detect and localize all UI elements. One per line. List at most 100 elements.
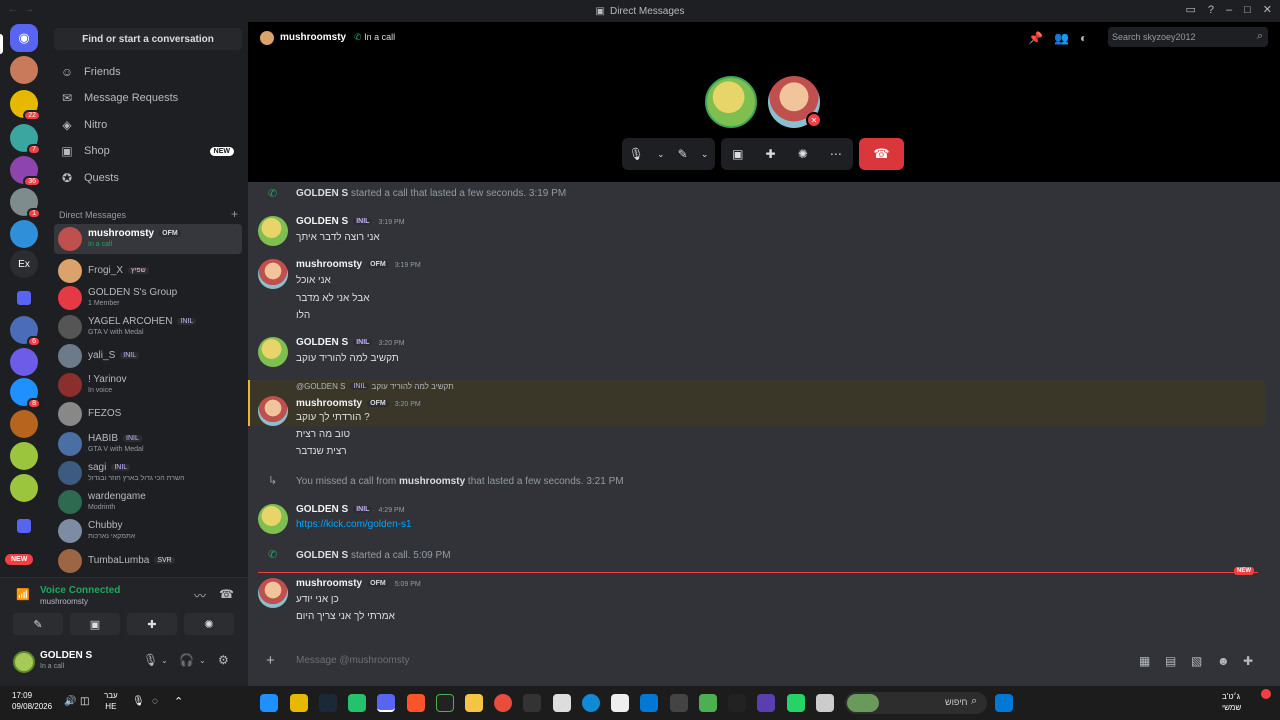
- dm-item[interactable]: mushroomsty OFM In a call: [54, 224, 242, 254]
- server-icon[interactable]: [10, 56, 38, 84]
- signal-icon[interactable]: 📶: [16, 588, 30, 601]
- camera-off-icon[interactable]: ✎: [678, 147, 688, 161]
- server-icon[interactable]: 6: [10, 316, 41, 347]
- soundboard-icon[interactable]: ✺: [798, 147, 808, 161]
- activities-icon[interactable]: ✚: [766, 147, 776, 161]
- notepad-icon[interactable]: [553, 694, 571, 712]
- server-icon[interactable]: [10, 474, 38, 502]
- server-icon[interactable]: 1: [10, 188, 41, 219]
- microphone-icon[interactable]: 🎙: [143, 653, 158, 667]
- apps-icon[interactable]: ✚: [1243, 654, 1253, 668]
- nav-quests[interactable]: ✪ Quests: [54, 166, 242, 190]
- taskbar-app-icon[interactable]: [290, 694, 308, 712]
- end-call-button[interactable]: ☎: [859, 138, 904, 170]
- server-icon[interactable]: [10, 348, 38, 376]
- user-avatar[interactable]: [13, 651, 35, 673]
- whatsapp-icon[interactable]: [787, 694, 805, 712]
- find-conversation-button[interactable]: Find or start a conversation: [54, 28, 242, 50]
- dm-item[interactable]: FEZOS: [54, 399, 242, 429]
- windows-start-icon[interactable]: [995, 694, 1013, 712]
- activities-button[interactable]: ✚: [127, 613, 177, 635]
- avatar[interactable]: [258, 259, 288, 289]
- taskbar-app-icon[interactable]: [523, 694, 541, 712]
- chevron-down-icon[interactable]: ⌄: [701, 149, 709, 160]
- avatar[interactable]: [258, 337, 288, 367]
- taskbar-clock[interactable]: 17:09 09/08/2026: [12, 690, 52, 712]
- nav-arrows-icon[interactable]: ←→: [8, 4, 40, 15]
- maximize-button[interactable]: □: [1244, 4, 1251, 16]
- dm-item[interactable]: ! Yarinov In voice: [54, 370, 242, 400]
- language-indicator[interactable]: עבר HE: [104, 690, 118, 712]
- discord-home-icon[interactable]: ◉: [10, 24, 38, 52]
- store-icon[interactable]: [640, 694, 658, 712]
- close-button[interactable]: ✕: [1263, 3, 1272, 16]
- taskbar-app-icon[interactable]: [670, 694, 688, 712]
- server-icon[interactable]: [10, 410, 38, 438]
- taskbar-app-icon[interactable]: [728, 694, 746, 712]
- nav-friends[interactable]: ☺ Friends: [54, 60, 242, 84]
- disconnect-icon[interactable]: ☎: [219, 587, 234, 601]
- chrome-icon[interactable]: [494, 694, 512, 712]
- notification-badge[interactable]: [1261, 689, 1271, 699]
- dm-item[interactable]: YAGEL ARCOHEN INIL GTA V with Medal: [54, 312, 242, 342]
- chevron-down-icon[interactable]: ⌄: [199, 656, 206, 665]
- new-servers-badge[interactable]: NEW: [5, 554, 34, 565]
- dm-item[interactable]: HABIB INIL GTA V with Medal: [54, 429, 242, 459]
- folder-icon[interactable]: [17, 291, 31, 305]
- server-icon[interactable]: [10, 442, 38, 470]
- profile-icon[interactable]: ◐: [1080, 31, 1087, 45]
- server-icon[interactable]: [10, 220, 38, 248]
- dm-item[interactable]: sagi INIL השרת הכי גדול בארץ חוזר ובגדול: [54, 458, 242, 488]
- avatar[interactable]: [258, 396, 288, 426]
- server-icon[interactable]: 8: [10, 378, 41, 409]
- server-icon[interactable]: 36: [10, 156, 41, 187]
- dm-item[interactable]: Chubby אתמקאי נארכות: [54, 516, 242, 546]
- sticker-icon[interactable]: ▧: [1191, 654, 1202, 668]
- screen-share-button[interactable]: ▣: [70, 613, 120, 635]
- dm-item[interactable]: GOLDEN S's Group 1 Member: [54, 283, 242, 313]
- server-icon[interactable]: 7: [10, 124, 41, 155]
- create-dm-plus-icon[interactable]: +: [231, 207, 238, 221]
- reply-preview[interactable]: @GOLDEN S INIL תקשיב למה להוריד עוקב: [296, 382, 454, 391]
- wifi-icon[interactable]: ◫: [80, 696, 89, 707]
- pin-icon[interactable]: 📌: [1028, 31, 1043, 45]
- brave-icon[interactable]: [407, 694, 425, 712]
- add-friends-icon[interactable]: 👥: [1054, 31, 1069, 45]
- message-link[interactable]: https://kick.com/golden-s1: [296, 519, 412, 530]
- nav-shop[interactable]: ▣ Shop NEW: [54, 139, 242, 163]
- inbox-icon[interactable]: ▭: [1185, 3, 1195, 16]
- gift-icon[interactable]: ▦: [1139, 654, 1150, 668]
- server-icon[interactable]: 22: [10, 90, 41, 121]
- taskbar-app-icon[interactable]: [436, 694, 454, 712]
- avatar[interactable]: [258, 216, 288, 246]
- microphone-icon[interactable]: 🎙: [629, 147, 644, 161]
- avatar[interactable]: [258, 578, 288, 608]
- headphones-icon[interactable]: 🎧: [179, 653, 194, 667]
- edge-icon[interactable]: [582, 694, 600, 712]
- taskbar-search[interactable]: חיפוש ⌕: [845, 692, 987, 714]
- chevron-down-icon[interactable]: ⌄: [161, 656, 168, 665]
- more-icon[interactable]: ⋯: [830, 147, 842, 161]
- microphone-tray-icon[interactable]: 🎙: [132, 696, 145, 707]
- minimize-button[interactable]: –: [1226, 4, 1232, 16]
- taskbar-right-date[interactable]: ג׳ט'ב שמשי: [1222, 691, 1241, 713]
- minecraft-icon[interactable]: [699, 694, 717, 712]
- nav-nitro[interactable]: ◈ Nitro: [54, 113, 242, 137]
- dm-item[interactable]: TumbaLumba SVR: [54, 546, 242, 576]
- dm-item[interactable]: Frogi_X שפיץ: [54, 256, 242, 286]
- taskbar-app-icon[interactable]: [757, 694, 775, 712]
- document-icon[interactable]: [611, 694, 629, 712]
- file-explorer-icon[interactable]: [465, 694, 483, 712]
- dm-item[interactable]: yali_S INIL: [54, 341, 242, 371]
- taskbar-app-icon[interactable]: [816, 694, 834, 712]
- dm-item[interactable]: wardengame Modrinth: [54, 487, 242, 517]
- add-attachment-icon[interactable]: +: [266, 652, 275, 669]
- soundboard-button[interactable]: ✺: [184, 613, 234, 635]
- help-icon[interactable]: ?: [1208, 4, 1214, 16]
- gif-icon[interactable]: ▤: [1165, 654, 1176, 668]
- folder-icon[interactable]: [17, 519, 31, 533]
- server-icon[interactable]: Ex: [10, 250, 38, 278]
- tray-app-icon[interactable]: ◌: [152, 696, 158, 707]
- chevron-down-icon[interactable]: ⌄: [657, 149, 665, 160]
- noise-suppression-icon[interactable]: 〰: [194, 587, 206, 604]
